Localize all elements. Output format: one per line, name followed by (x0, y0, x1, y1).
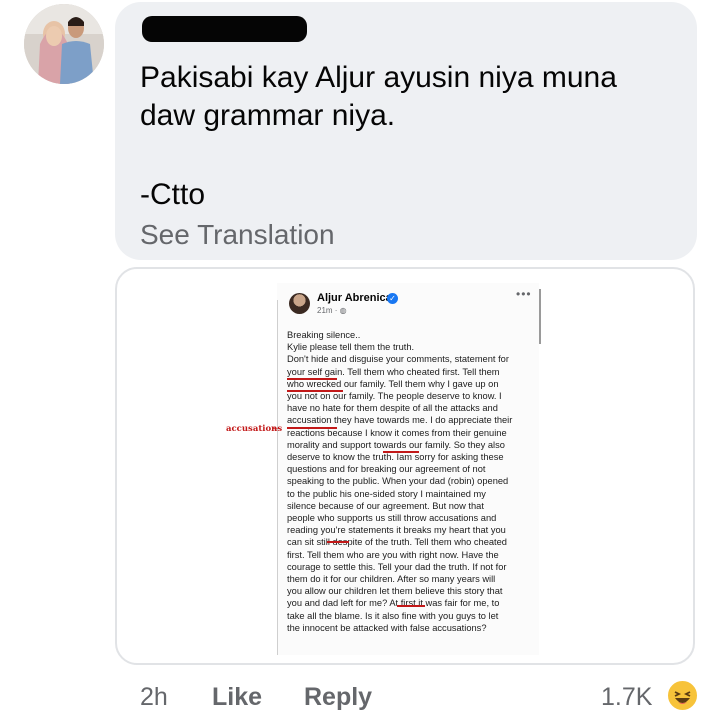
reply-button[interactable]: Reply (304, 682, 372, 712)
post-line: Kylie please tell them the truth. (287, 342, 415, 353)
correction-underline (287, 378, 337, 380)
post-scrollbar (539, 289, 541, 344)
haha-icon[interactable] (666, 679, 699, 712)
post-line: them do it for our children. After so ma… (287, 574, 496, 585)
comment-text-line: -Ctto (140, 178, 206, 211)
avatar[interactable] (24, 4, 104, 84)
see-translation-link[interactable]: See Translation (140, 218, 335, 252)
correction-underline (287, 427, 337, 429)
post-line: first. Tell them who are you with right … (287, 549, 499, 560)
comment-text-line: daw grammar niya. (140, 99, 396, 132)
post-line: can sit still despite of the truth. Tell… (287, 537, 507, 548)
post-line: to the public his one-sided story I main… (287, 488, 486, 499)
verified-badge-icon: ✓ (387, 293, 398, 304)
post-author-name: Aljur Abrenica (317, 292, 392, 304)
comment-time[interactable]: 2h (140, 682, 168, 712)
comment-author-name[interactable] (142, 16, 307, 42)
post-line: who wrecked our family. Tell them why I … (287, 378, 499, 389)
post-line: you and dad left for me? At first it was… (287, 598, 500, 609)
reaction-count[interactable]: 1.7K (601, 682, 652, 712)
post-line: your self gain. Tell them who cheated fi… (287, 366, 500, 377)
post-line: you not on our family. The people deserv… (287, 391, 502, 402)
post-line: courage to settle this. Tell your dad th… (287, 561, 507, 572)
post-line: accusation they have towards me. I do ap… (287, 415, 513, 426)
post-line: people who supports us still throw accus… (287, 513, 497, 524)
post-time-text: 21m · (317, 306, 340, 315)
post-line: take all the blame. Is it also fine with… (287, 610, 499, 621)
post-line: speaking to the public. When your dad (r… (287, 476, 509, 487)
correction-underline (287, 390, 343, 392)
post-line: Don't hide and disguise your comments, s… (287, 354, 509, 365)
correction-underline (383, 451, 419, 453)
annotation-arrow-icon: ← (271, 421, 282, 433)
post-divider (277, 300, 278, 655)
post-body: Breaking silence.. Kylie please tell the… (287, 329, 537, 634)
post-line: the innocent be attacked with false accu… (287, 622, 487, 633)
correction-underline (327, 541, 349, 543)
post-line: reading you're statements it breaks my h… (287, 525, 506, 536)
correction-strikethrough (397, 605, 425, 607)
post-line: deserve to know the truth. Iam sorry for… (287, 452, 504, 463)
more-options-icon: ••• (516, 287, 532, 301)
comment-text-line: Pakisabi kay Aljur ayusin niya muna (140, 61, 617, 94)
post-timestamp: 21m · ◍ (317, 306, 347, 315)
post-line: silence because of our agreement. But no… (287, 500, 484, 511)
post-line: Breaking silence.. (287, 330, 361, 340)
post-line: questions and for breaking our agreement… (287, 464, 486, 475)
post-line: morality and support towards our family.… (287, 439, 505, 450)
globe-icon: ◍ (339, 306, 347, 315)
post-line: have no hate for them despite of all the… (287, 403, 498, 414)
post-line: you allow our children let them believe … (287, 586, 503, 597)
haha-face (674, 691, 691, 704)
post-author-avatar (289, 293, 310, 314)
like-button[interactable]: Like (212, 682, 262, 712)
avatar-photo (24, 4, 104, 84)
